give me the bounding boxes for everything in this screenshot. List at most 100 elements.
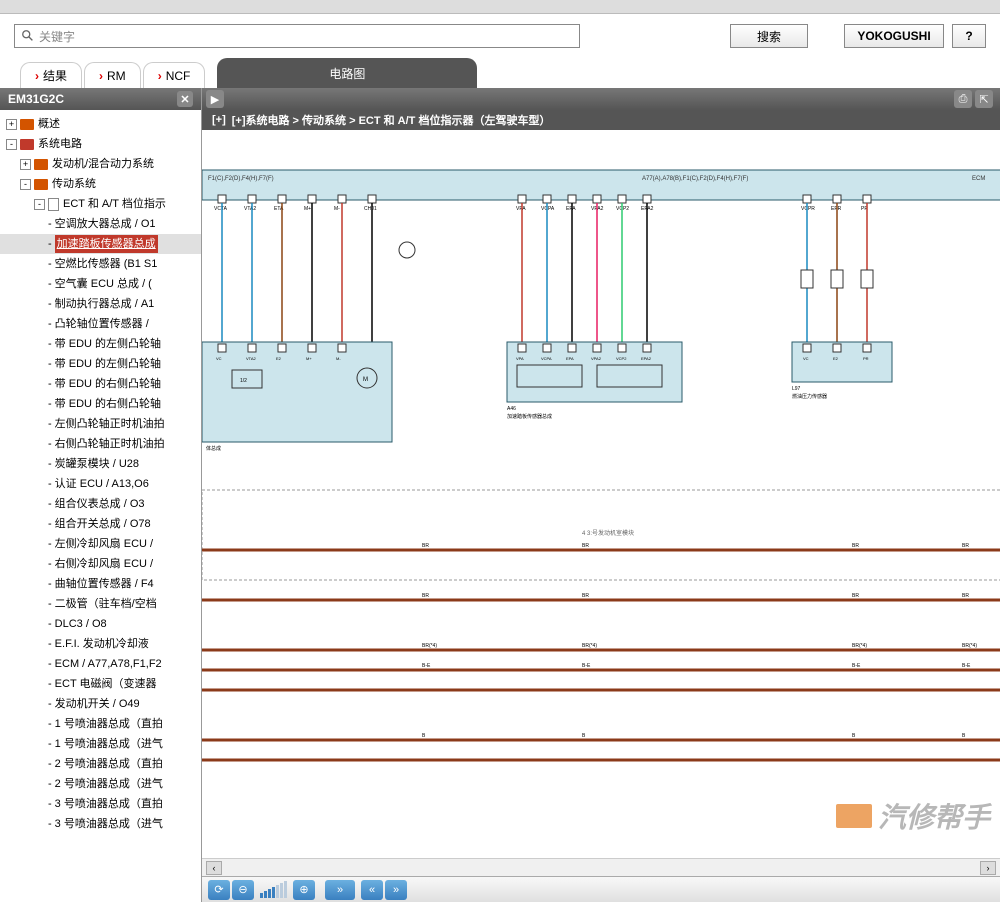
tree-item[interactable]: -右侧凸轮轴正时机油拍: [0, 434, 201, 454]
tab-rm[interactable]: ›RM: [84, 62, 141, 88]
expand-button[interactable]: ⇱: [975, 90, 993, 108]
tree-item[interactable]: -带 EDU 的右侧凸轮轴: [0, 374, 201, 394]
tree-item[interactable]: -ECT 电磁阀（变速器: [0, 674, 201, 694]
tree-item[interactable]: -2 号喷油器总成（直拍: [0, 754, 201, 774]
svg-text:B-E: B-E: [582, 663, 591, 669]
svg-text:BR: BR: [422, 593, 429, 599]
expand-icon[interactable]: +: [6, 119, 17, 130]
tree-item[interactable]: -ECM / A77,A78,F1,F2: [0, 654, 201, 674]
svg-text:BR(*4): BR(*4): [852, 643, 867, 649]
tree-item[interactable]: -传动系统: [0, 174, 201, 194]
tree-item[interactable]: -E.F.I. 发动机冷却液: [0, 634, 201, 654]
tree-item[interactable]: +概述: [0, 114, 201, 134]
window-top-strip: [0, 0, 1000, 14]
tree-item[interactable]: -空调放大器总成 / O1: [0, 214, 201, 234]
tree-label: 加速踏板传感器总成: [55, 235, 158, 253]
refresh-button[interactable]: ⟳: [208, 880, 230, 900]
tree-item[interactable]: -DLC3 / O8: [0, 614, 201, 634]
fast-forward-button[interactable]: »: [325, 880, 355, 900]
print-button[interactable]: ⎙: [954, 90, 972, 108]
tab-circuit[interactable]: 电路图: [217, 58, 477, 88]
tree-label: 组合开关总成 / O78: [55, 515, 151, 533]
tree-item[interactable]: -空燃比传感器 (B1 S1: [0, 254, 201, 274]
tree-item[interactable]: -3 号喷油器总成（进气: [0, 814, 201, 834]
help-button[interactable]: ?: [952, 24, 986, 48]
tab-ncf[interactable]: ›NCF: [143, 62, 206, 88]
svg-text:VTA2: VTA2: [246, 356, 256, 361]
tree-item[interactable]: -制动执行器总成 / A1: [0, 294, 201, 314]
chevron-icon: ›: [158, 69, 162, 83]
svg-text:M+: M+: [304, 206, 311, 212]
svg-text:加速踏板传感器总成: 加速踏板传感器总成: [507, 413, 552, 420]
tree-label: E.F.I. 发动机冷却液: [55, 635, 149, 653]
tree-item[interactable]: -炭罐泵模块 / U28: [0, 454, 201, 474]
horizontal-scrollbar[interactable]: ‹ ›: [202, 858, 1000, 876]
svg-text:VCPA: VCPA: [541, 206, 555, 212]
tree-item[interactable]: -组合开关总成 / O78: [0, 514, 201, 534]
tree-item[interactable]: + 发动机/混合动力系统: [0, 154, 201, 174]
zoom-in-button[interactable]: ⊕: [293, 880, 315, 900]
svg-text:VC: VC: [803, 356, 809, 361]
svg-text:VCTA: VCTA: [214, 206, 228, 212]
svg-text:M+: M+: [306, 356, 312, 361]
svg-text:M-: M-: [336, 356, 341, 361]
tree-label: 发动机开关 / O49: [55, 695, 140, 713]
tree-item[interactable]: -带 EDU 的右侧凸轮轴: [0, 394, 201, 414]
svg-text:B: B: [582, 733, 586, 739]
play-button[interactable]: ▶: [206, 90, 224, 108]
tree-label: 认证 ECU / A13,O6: [55, 475, 149, 493]
search-button[interactable]: 搜索: [730, 24, 808, 48]
prev-button[interactable]: «: [361, 880, 383, 900]
tree-item[interactable]: -右侧冷却风扇 ECU /: [0, 554, 201, 574]
tree-item[interactable]: -加速踏板传感器总成: [0, 234, 201, 254]
search-input[interactable]: 关键字: [14, 24, 580, 48]
tab-result[interactable]: ›结果: [20, 62, 82, 88]
tree-item[interactable]: -带 EDU 的左侧凸轮轴: [0, 354, 201, 374]
scroll-left-icon[interactable]: ‹: [206, 861, 222, 875]
svg-text:BR: BR: [852, 543, 859, 549]
tree-item[interactable]: -曲轴位置传感器 / F4: [0, 574, 201, 594]
tree-label: 左侧冷却风扇 ECU /: [55, 535, 153, 553]
zoom-level-indicator[interactable]: [260, 881, 287, 898]
tree-item[interactable]: -空气囊 ECU 总成 / (: [0, 274, 201, 294]
tree-item[interactable]: -组合仪表总成 / O3: [0, 494, 201, 514]
tree-item[interactable]: -1 号喷油器总成（进气: [0, 734, 201, 754]
close-icon[interactable]: ✕: [177, 91, 193, 107]
tree-item[interactable]: -左侧冷却风扇 ECU /: [0, 534, 201, 554]
tree-item[interactable]: -左侧凸轮轴正时机油拍: [0, 414, 201, 434]
tree-item[interactable]: -发动机开关 / O49: [0, 694, 201, 714]
next-button[interactable]: »: [385, 880, 407, 900]
tree-item[interactable]: -2 号喷油器总成（进气: [0, 774, 201, 794]
tree-item[interactable]: -3 号喷油器总成（直拍: [0, 794, 201, 814]
tree-label: 1 号喷油器总成（直拍: [55, 715, 163, 733]
tree-label: 二极管（驻车档/空档: [55, 595, 157, 613]
tree-label: 右侧凸轮轴正时机油拍: [55, 435, 165, 453]
yokogushi-button[interactable]: YOKOGUSHI: [844, 24, 944, 48]
tree-item[interactable]: -带 EDU 的左侧凸轮轴: [0, 334, 201, 354]
expand-icon[interactable]: -: [34, 199, 45, 210]
tree-label: 系统电路: [38, 135, 82, 153]
expand-icon[interactable]: -: [20, 179, 31, 190]
expand-icon[interactable]: +: [20, 159, 31, 170]
svg-text:BR(*4): BR(*4): [422, 643, 437, 649]
tree-item[interactable]: -1 号喷油器总成（直拍: [0, 714, 201, 734]
tree-item[interactable]: -ECT 和 A/T 档位指示: [0, 194, 201, 214]
zoom-out-button[interactable]: ⊖: [232, 880, 254, 900]
expand-icon[interactable]: -: [6, 139, 17, 150]
wiring-diagram[interactable]: F1(C),F2(D),F4(H),F7(F)A77(A),A78(B),F1(…: [202, 130, 1000, 858]
scroll-right-icon[interactable]: ›: [980, 861, 996, 875]
svg-text:F1(C),F2(D),F4(H),F7(F): F1(C),F2(D),F4(H),F7(F): [208, 176, 274, 182]
tree-label: 3 号喷油器总成（进气: [55, 815, 163, 833]
svg-text:B-E: B-E: [962, 663, 971, 669]
svg-text:ECM: ECM: [972, 176, 985, 182]
book-icon: [20, 139, 34, 150]
tree-label: 发动机/混合动力系统: [52, 155, 154, 173]
tree-label: ECT 电磁阀（变速器: [55, 675, 157, 693]
tree-item[interactable]: - 系统电路: [0, 134, 201, 154]
tree-item[interactable]: -认证 ECU / A13,O6: [0, 474, 201, 494]
tree-label: 1 号喷油器总成（进气: [55, 735, 163, 753]
svg-text:M: M: [363, 377, 368, 383]
tree-item[interactable]: -二极管（驻车档/空档: [0, 594, 201, 614]
svg-text:BR: BR: [852, 593, 859, 599]
tree-item[interactable]: -凸轮轴位置传感器 /: [0, 314, 201, 334]
